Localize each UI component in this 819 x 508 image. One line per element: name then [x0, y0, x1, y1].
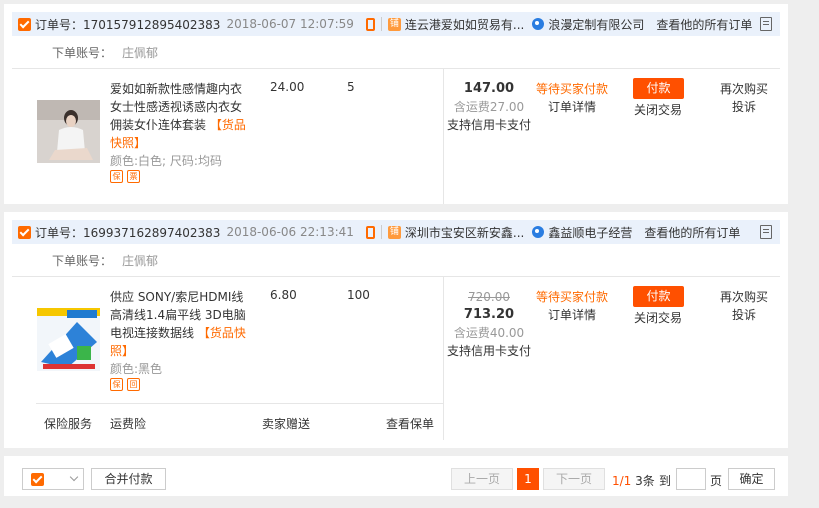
- guarantee-icon: 保: [110, 170, 123, 183]
- quantity: 5: [347, 80, 355, 94]
- order-status: 等待买家付款 订单详情: [532, 288, 612, 324]
- invoice-icon: 票: [127, 170, 140, 183]
- account-label: 下单账号：: [52, 46, 113, 60]
- service-seller-gift: 卖家赠送: [262, 417, 311, 431]
- order-time: 2018-06-07 12:07:59: [226, 17, 354, 31]
- order-checkbox[interactable]: [18, 225, 31, 239]
- current-page[interactable]: 1: [517, 468, 539, 490]
- product-thumbnail[interactable]: [37, 100, 100, 163]
- shop-icon: 铺: [387, 17, 401, 31]
- close-order-link[interactable]: 关闭交易: [628, 309, 688, 326]
- confirm-button[interactable]: 确定: [728, 468, 775, 490]
- close-order-link[interactable]: 关闭交易: [628, 101, 688, 118]
- divider: [36, 403, 443, 404]
- order-header: 订单号：170157912895402383 2018-06-07 12:07:…: [12, 12, 780, 36]
- prev-page-button[interactable]: 上一页: [451, 468, 513, 490]
- phone-icon: [365, 225, 375, 239]
- complain-link[interactable]: 投诉: [714, 306, 774, 324]
- view-all-orders-link[interactable]: 查看他的所有订单: [644, 224, 740, 241]
- order-total: 720.00 713.20 含运费40.00 支持信用卡支付: [444, 288, 534, 360]
- order-number: 订单号：170157912895402383: [35, 17, 221, 32]
- shop-name[interactable]: 连云港爱如如贸易有...: [405, 16, 524, 33]
- original-total: 720.00: [468, 290, 510, 304]
- pay-button[interactable]: 付款: [633, 286, 684, 307]
- next-page-button[interactable]: 下一页: [543, 468, 605, 490]
- view-policy-link[interactable]: 查看保单: [386, 415, 434, 432]
- chat-icon[interactable]: [532, 226, 545, 238]
- order-account: 下单账号： 庄佩郁: [52, 44, 158, 61]
- service-badges: 保 票: [110, 170, 140, 183]
- account-name: 庄佩郁: [122, 46, 159, 60]
- order-number: 订单号：169937162897402383: [35, 225, 221, 240]
- phone-icon: [365, 17, 375, 31]
- shop-name[interactable]: 深圳市宝安区新安鑫...: [405, 224, 524, 241]
- status-text: 等待买家付款: [535, 82, 608, 96]
- invoice-icon: 回: [127, 378, 140, 391]
- order-actions: 再次购买 投诉: [714, 288, 774, 324]
- divider: [12, 68, 780, 69]
- product-spec: 颜色:黑色: [110, 362, 163, 376]
- service-insurance-label: 保险服务: [44, 417, 93, 431]
- order-card: 订单号：169937162897402383 2018-06-06 22:13:…: [4, 212, 788, 448]
- page-info: 1/1 3条: [612, 472, 655, 489]
- order-card: 订单号：170157912895402383 2018-06-07 12:07:…: [4, 4, 788, 204]
- shipping-fee: 含运费27.00: [453, 100, 525, 114]
- select-all-checkbox[interactable]: [31, 473, 44, 486]
- shipping-fee: 含运费40.00: [453, 326, 525, 340]
- chevron-down-icon: [69, 472, 79, 482]
- account-label: 下单账号：: [52, 254, 113, 268]
- divider: [380, 225, 382, 239]
- page-unit-label: 页: [710, 474, 723, 488]
- rebuy-link[interactable]: 再次购买: [714, 80, 774, 98]
- product-title[interactable]: 爱如如新款性感情趣内衣女士性感透视诱惑内衣女佣装女仆连体套装 【货品快照】: [110, 80, 250, 152]
- unit-price: 6.80: [270, 288, 297, 302]
- divider: [12, 276, 780, 277]
- pagination-bar: 合并付款 上一页 1 下一页 1/1 3条 到 页 确定: [4, 456, 788, 496]
- note-icon[interactable]: [760, 17, 772, 31]
- total-amount: 147.00: [463, 81, 515, 96]
- rebuy-link[interactable]: 再次购买: [714, 288, 774, 306]
- seller-name[interactable]: 浪漫定制有限公司: [548, 16, 644, 33]
- goto-label: 到: [659, 474, 672, 488]
- item-count: 3条: [635, 474, 655, 488]
- order-actions: 再次购买 投诉: [714, 80, 774, 116]
- merge-pay-button[interactable]: 合并付款: [91, 468, 166, 490]
- seller-name[interactable]: 鑫益顺电子经营: [548, 224, 632, 241]
- view-all-orders-link[interactable]: 查看他的所有订单: [656, 16, 752, 33]
- page-number-input[interactable]: [676, 468, 706, 490]
- select-all-dropdown[interactable]: [22, 468, 84, 490]
- order-status: 等待买家付款 订单详情: [532, 80, 612, 116]
- complain-link[interactable]: 投诉: [714, 98, 774, 116]
- shop-icon: 铺: [387, 225, 401, 239]
- payment-method: 支持信用卡支付: [446, 344, 531, 358]
- product-title[interactable]: 供应 SONY/索尼HDMI线 高清线1.4扁平线 3D电脑电视连接数据线 【货…: [110, 288, 250, 360]
- order-detail-link[interactable]: 订单详情: [532, 306, 612, 324]
- status-text: 等待买家付款: [535, 290, 608, 304]
- order-detail-link[interactable]: 订单详情: [532, 98, 612, 116]
- quantity: 100: [347, 288, 370, 302]
- service-shipping-insurance: 运费险: [110, 417, 147, 431]
- payment-method: 支持信用卡支付: [446, 118, 531, 132]
- unit-price: 24.00: [270, 80, 305, 94]
- product-thumbnail[interactable]: [37, 308, 100, 371]
- pay-button[interactable]: 付款: [633, 78, 684, 99]
- order-account: 下单账号： 庄佩郁: [52, 252, 158, 269]
- total-amount: 713.20: [463, 307, 515, 322]
- divider: [380, 17, 382, 31]
- product-spec: 颜色:白色; 尺码:均码: [110, 154, 222, 168]
- page-fraction: 1/1: [612, 474, 632, 488]
- chat-icon[interactable]: [532, 18, 545, 30]
- service-badges: 保 回: [110, 378, 140, 391]
- order-checkbox[interactable]: [18, 17, 31, 31]
- account-name: 庄佩郁: [122, 254, 159, 268]
- order-time: 2018-06-06 22:13:41: [226, 225, 354, 239]
- order-header: 订单号：169937162897402383 2018-06-06 22:13:…: [12, 220, 780, 244]
- order-total: 147.00 含运费27.00 支持信用卡支付: [444, 80, 534, 134]
- note-icon[interactable]: [760, 225, 772, 239]
- guarantee-icon: 保: [110, 378, 123, 391]
